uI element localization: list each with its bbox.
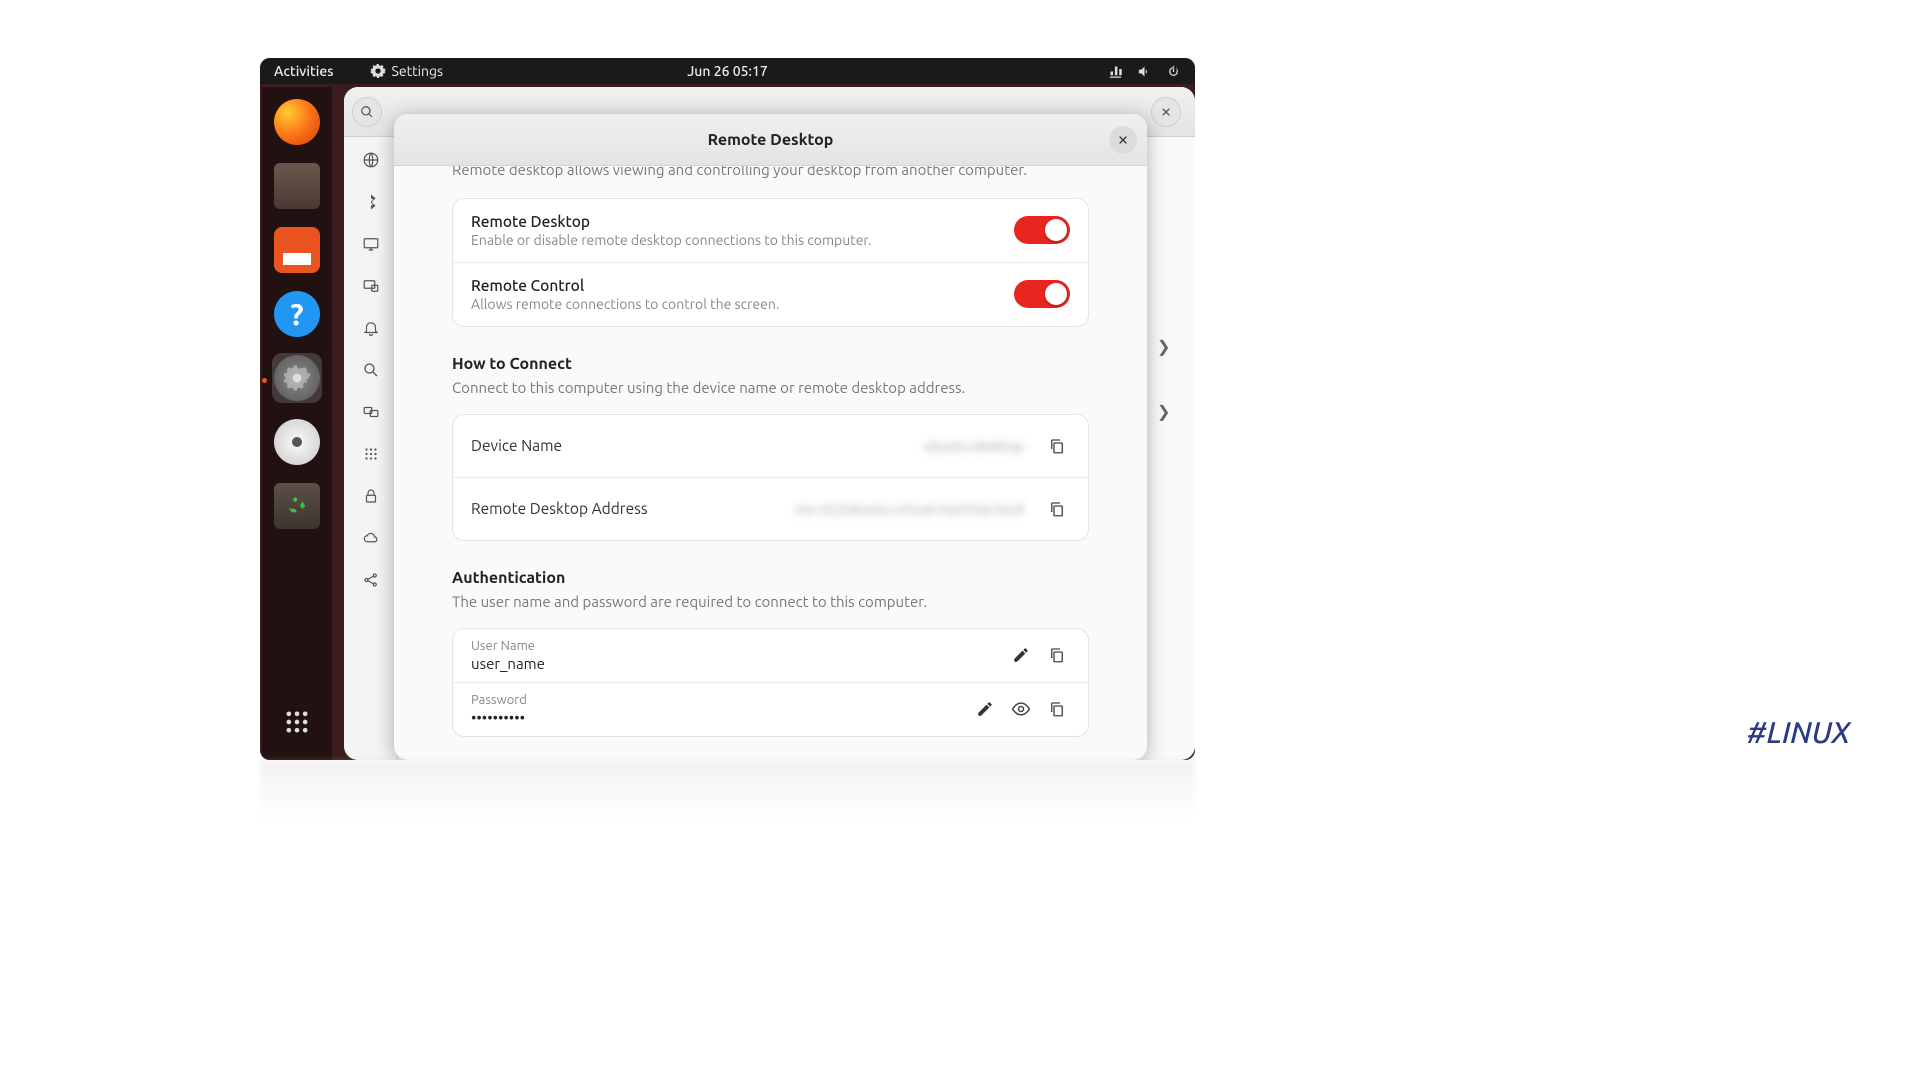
connect-card: Device Name ubuntu-desktop Remote Deskto… — [452, 414, 1089, 541]
reflection — [260, 760, 1195, 820]
multitask-icon[interactable] — [362, 403, 380, 421]
app-name-label: Settings — [392, 63, 444, 79]
copy-icon — [1048, 700, 1066, 718]
search-icon — [360, 105, 374, 119]
password-value: •••••••••• — [471, 709, 962, 726]
close-icon — [1117, 134, 1129, 146]
toggle-desc: Enable or disable remote desktop connect… — [471, 232, 1000, 248]
dock-firefox[interactable] — [272, 97, 322, 147]
dock-settings[interactable] — [272, 353, 322, 403]
copy-icon — [1048, 500, 1066, 518]
hashtag-label: #LINUX — [1747, 715, 1850, 749]
search-button[interactable] — [352, 97, 382, 127]
remote-desktop-dialog: Remote Desktop Remote desktop allows vie… — [394, 114, 1147, 760]
section-desc: The user name and password are required … — [452, 593, 1089, 610]
dialog-intro: Remote desktop allows viewing and contro… — [452, 166, 1089, 180]
dock-disc[interactable] — [272, 417, 322, 467]
window-close-button[interactable] — [1151, 97, 1181, 127]
dialog-title: Remote Desktop — [708, 131, 834, 149]
system-tray[interactable] — [1108, 64, 1181, 79]
gear-icon — [284, 365, 310, 391]
copy-icon — [1048, 646, 1066, 664]
chevron-right-icon: ❯ — [1157, 337, 1177, 357]
remote-icon[interactable] — [362, 277, 380, 295]
dock-help[interactable]: ? — [272, 289, 322, 339]
username-value: user_name — [471, 655, 998, 672]
section-desc: Connect to this computer using the devic… — [452, 379, 1089, 396]
cloud-icon[interactable] — [362, 529, 380, 547]
address-value: ms-rd://ubuntu-virtual-machine.local — [658, 501, 1034, 517]
pencil-icon — [976, 700, 994, 718]
section-heading: How to Connect — [452, 355, 1089, 373]
power-icon — [1166, 64, 1181, 79]
username-label: User Name — [471, 639, 998, 653]
address-label: Remote Desktop Address — [471, 500, 648, 517]
close-icon — [1160, 106, 1172, 118]
toggles-card: Remote Desktop Enable or disable remote … — [452, 198, 1089, 327]
eye-icon — [1011, 699, 1031, 719]
toggle-title: Remote Control — [471, 277, 1000, 294]
pencil-icon — [1012, 646, 1030, 664]
current-app[interactable]: Settings — [370, 63, 444, 79]
edit-username-button[interactable] — [1008, 642, 1034, 668]
volume-icon — [1137, 64, 1152, 79]
toggle-desc: Allows remote connections to control the… — [471, 296, 1000, 312]
network-icon — [1108, 64, 1123, 79]
copy-password-button[interactable] — [1044, 696, 1070, 722]
section-heading: Authentication — [452, 569, 1089, 587]
top-menubar: Activities Settings Jun 26 05:17 — [260, 58, 1195, 84]
dock-software[interactable] — [272, 225, 322, 275]
bluetooth-icon[interactable] — [362, 193, 380, 211]
password-label: Password — [471, 693, 962, 707]
share-icon[interactable] — [362, 571, 380, 589]
dock-trash[interactable] — [272, 481, 322, 531]
copy-device-name-button[interactable] — [1044, 433, 1070, 459]
copy-icon — [1048, 437, 1066, 455]
apps-icon[interactable] — [362, 445, 380, 463]
gear-icon — [370, 63, 386, 79]
dock-show-apps[interactable] — [272, 697, 322, 747]
toggle-title: Remote Desktop — [471, 213, 1000, 230]
dock: ? — [262, 87, 332, 760]
globe-icon[interactable] — [362, 151, 380, 169]
remote-control-toggle[interactable] — [1014, 280, 1070, 308]
auth-card: User Name user_name Password — [452, 628, 1089, 737]
dock-files[interactable] — [272, 161, 322, 211]
dialog-close-button[interactable] — [1109, 126, 1137, 154]
edit-password-button[interactable] — [972, 696, 998, 722]
copy-username-button[interactable] — [1044, 642, 1070, 668]
settings-sidebar — [344, 137, 398, 760]
show-password-button[interactable] — [1008, 696, 1034, 722]
clock[interactable]: Jun 26 05:17 — [687, 63, 768, 79]
device-name-value: ubuntu-desktop — [572, 438, 1034, 454]
copy-address-button[interactable] — [1044, 496, 1070, 522]
remote-desktop-toggle[interactable] — [1014, 216, 1070, 244]
recycle-icon — [286, 495, 308, 517]
bell-icon[interactable] — [362, 319, 380, 337]
chevron-right-icon: ❯ — [1157, 402, 1177, 422]
search-icon[interactable] — [362, 361, 380, 379]
apps-grid-icon — [283, 708, 311, 736]
activities-button[interactable]: Activities — [274, 63, 334, 79]
lock-icon[interactable] — [362, 487, 380, 505]
display-icon[interactable] — [362, 235, 380, 253]
device-name-label: Device Name — [471, 437, 562, 454]
